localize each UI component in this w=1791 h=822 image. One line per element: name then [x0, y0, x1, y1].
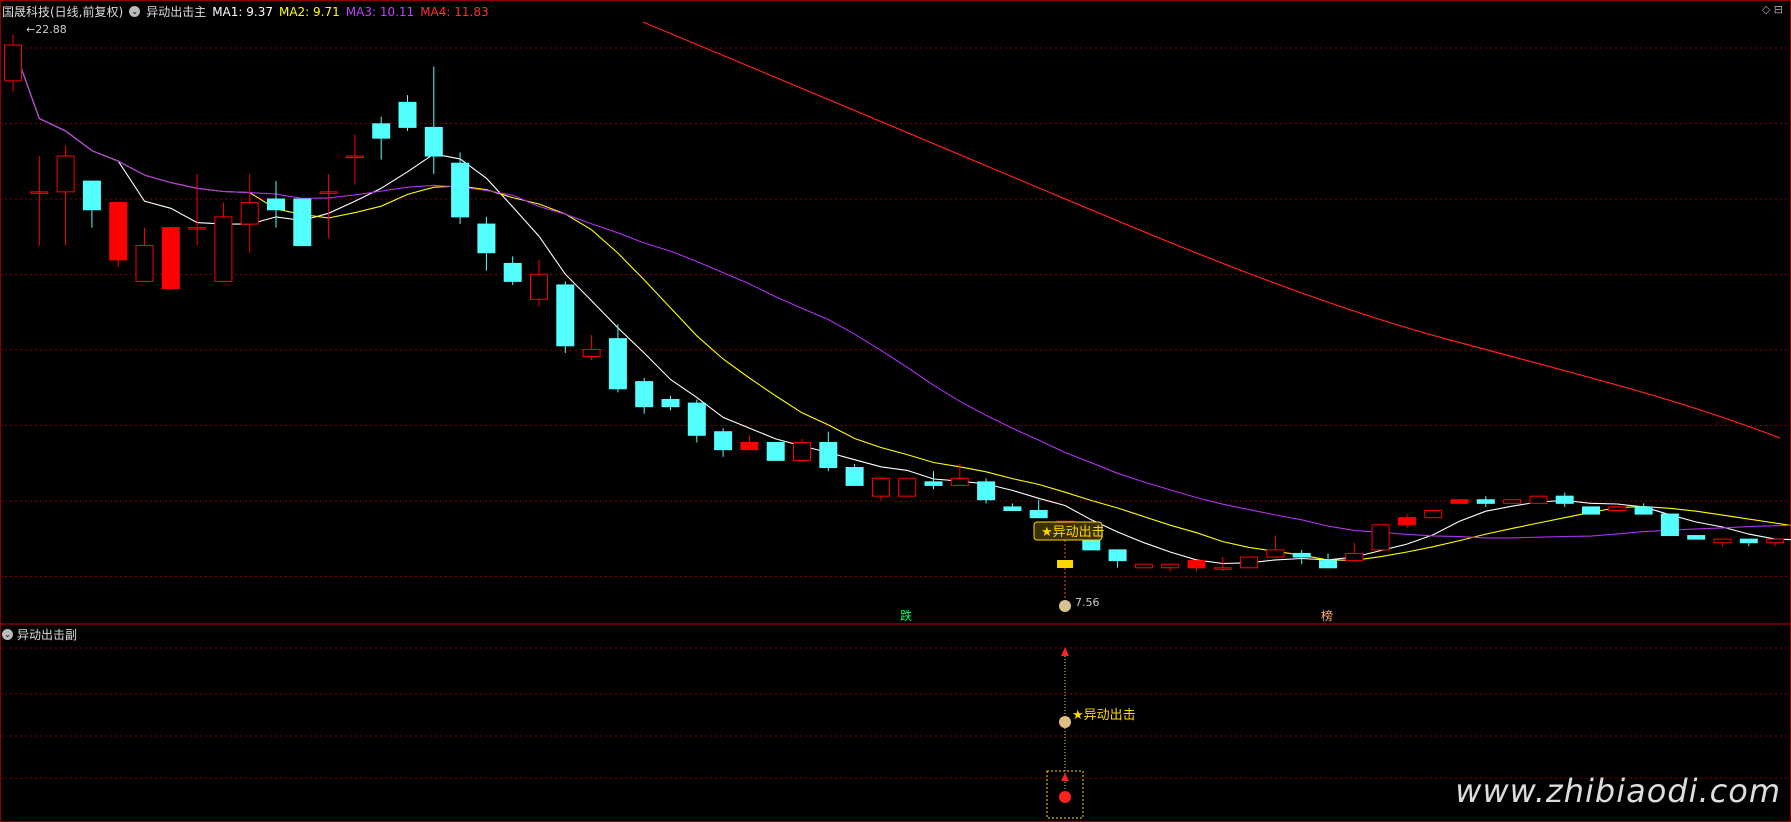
candle — [740, 441, 759, 451]
signal-sub-label: ★异动出击 — [1072, 708, 1136, 723]
symbol-title[interactable]: 国晟科技(日线,前复权) — [2, 3, 123, 20]
candle — [1161, 563, 1180, 569]
candle — [267, 198, 285, 211]
candle — [372, 123, 391, 139]
candle — [240, 202, 259, 225]
candle — [345, 155, 364, 159]
candle — [845, 467, 864, 486]
candle — [1240, 556, 1259, 569]
ma4-label: MA4: 11.83 — [420, 4, 489, 19]
candle — [398, 101, 417, 128]
candle — [1687, 535, 1706, 540]
ma1-label: MA1: 9.37 — [212, 4, 273, 19]
panel-controls-icon[interactable]: ◇ ⊟ — [1762, 3, 1783, 16]
candle — [1660, 513, 1679, 537]
candle — [687, 402, 706, 436]
ma4-line — [642, 21, 1781, 439]
indicator-name[interactable]: 异动出击主 — [146, 3, 206, 20]
candle — [898, 477, 917, 497]
candle — [530, 273, 548, 300]
arrow-up-icon — [1061, 647, 1069, 656]
candle — [1634, 506, 1653, 515]
candle — [1476, 499, 1495, 504]
candle — [4, 44, 22, 82]
dropdown-icon[interactable]: ⌄ — [2, 629, 13, 640]
candle — [1292, 552, 1311, 558]
candle — [188, 227, 207, 230]
ma20-line — [12, 44, 1791, 539]
candle — [161, 227, 180, 290]
candle — [1213, 567, 1232, 570]
candle — [30, 191, 49, 194]
candle — [1029, 509, 1048, 519]
candle — [319, 191, 338, 194]
candle — [56, 155, 75, 193]
candle — [714, 431, 733, 451]
candle — [582, 348, 601, 358]
candle — [477, 223, 496, 254]
candle — [977, 481, 996, 501]
ma3-label: MA3: 10.11 — [345, 4, 415, 19]
candle — [950, 477, 969, 486]
candle — [214, 216, 233, 282]
candle — [1450, 499, 1469, 504]
sub-panel-title[interactable]: 异动出击副 — [17, 626, 77, 643]
candle — [1582, 506, 1600, 515]
candle — [924, 481, 943, 486]
candle — [635, 381, 654, 408]
candle — [1713, 538, 1732, 544]
candle — [1134, 563, 1153, 569]
candle — [1108, 549, 1127, 562]
candle — [451, 162, 470, 218]
candle — [1397, 517, 1416, 526]
candle — [766, 441, 785, 461]
watermark-text: www.zhibiaodi.com — [1455, 772, 1781, 810]
sub-panel-header: ⌄ 异动出击副 — [2, 626, 77, 643]
candle — [1371, 524, 1390, 551]
ma2-label: MA2: 9.71 — [278, 4, 340, 19]
candle — [1555, 495, 1574, 504]
mark-bang: 榜 — [1321, 608, 1333, 623]
candle — [819, 441, 838, 469]
candle — [503, 262, 522, 282]
money-bag-icon — [1059, 600, 1071, 612]
alert-icon — [1059, 791, 1071, 803]
dropdown-icon[interactable]: ⌄ — [129, 6, 141, 17]
mark-die: 跌 — [900, 608, 912, 623]
candle — [109, 202, 128, 261]
candle — [293, 198, 312, 247]
arrow-up-icon — [1061, 773, 1069, 781]
candle — [1529, 495, 1548, 504]
signal-candle — [1057, 560, 1073, 568]
candle — [1187, 560, 1206, 569]
candle — [1345, 552, 1364, 562]
candle — [1003, 506, 1022, 511]
signal-main-label: ★异动出击 — [1041, 525, 1105, 540]
candlestick-chart: ←22.887.56★异动出击跌 榜★异动出击 — [0, 0, 1791, 822]
candle — [871, 477, 890, 497]
candle — [608, 338, 627, 390]
candle — [1319, 560, 1337, 569]
candle — [1503, 499, 1522, 504]
candle — [1766, 538, 1785, 544]
candle — [82, 180, 101, 211]
candle — [1266, 549, 1285, 558]
candle — [661, 399, 680, 408]
candle — [135, 245, 154, 282]
candle — [793, 441, 811, 461]
candle — [424, 126, 443, 157]
high-price-label: ←22.88 — [26, 23, 67, 36]
low-price-label: 7.56 — [1075, 596, 1100, 609]
chart-header: 国晟科技(日线,前复权) ⌄ 异动出击主 MA1: 9.37 MA2: 9.71… — [2, 3, 489, 20]
money-bag-icon — [1059, 716, 1071, 728]
candle — [556, 284, 575, 347]
candle — [1608, 506, 1627, 511]
candle — [1739, 538, 1758, 544]
candle — [1424, 509, 1443, 519]
